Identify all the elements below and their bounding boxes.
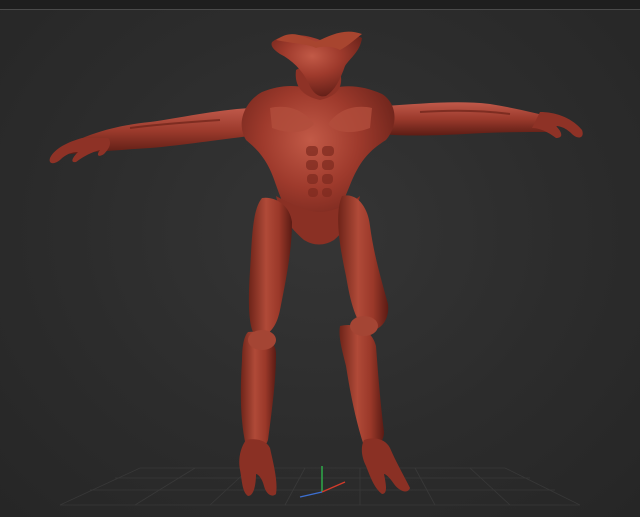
- 3d-viewport[interactable]: [0, 0, 640, 517]
- left-thigh: [248, 197, 292, 337]
- right-foot: [361, 438, 410, 494]
- viewport-scene: [49, 31, 583, 506]
- right-knee: [350, 316, 378, 336]
- axis-gizmo: [299, 466, 346, 498]
- right-thigh: [338, 195, 389, 331]
- left-knee: [248, 330, 276, 350]
- creature-model: [49, 31, 583, 496]
- axis-x-line: [321, 481, 346, 493]
- right-hand: [532, 112, 583, 138]
- right-arm: [380, 102, 558, 136]
- axis-z-line: [299, 491, 323, 498]
- floor-grid: [59, 467, 581, 506]
- right-shin: [339, 324, 384, 448]
- left-foot: [239, 439, 277, 496]
- left-hand: [49, 138, 111, 164]
